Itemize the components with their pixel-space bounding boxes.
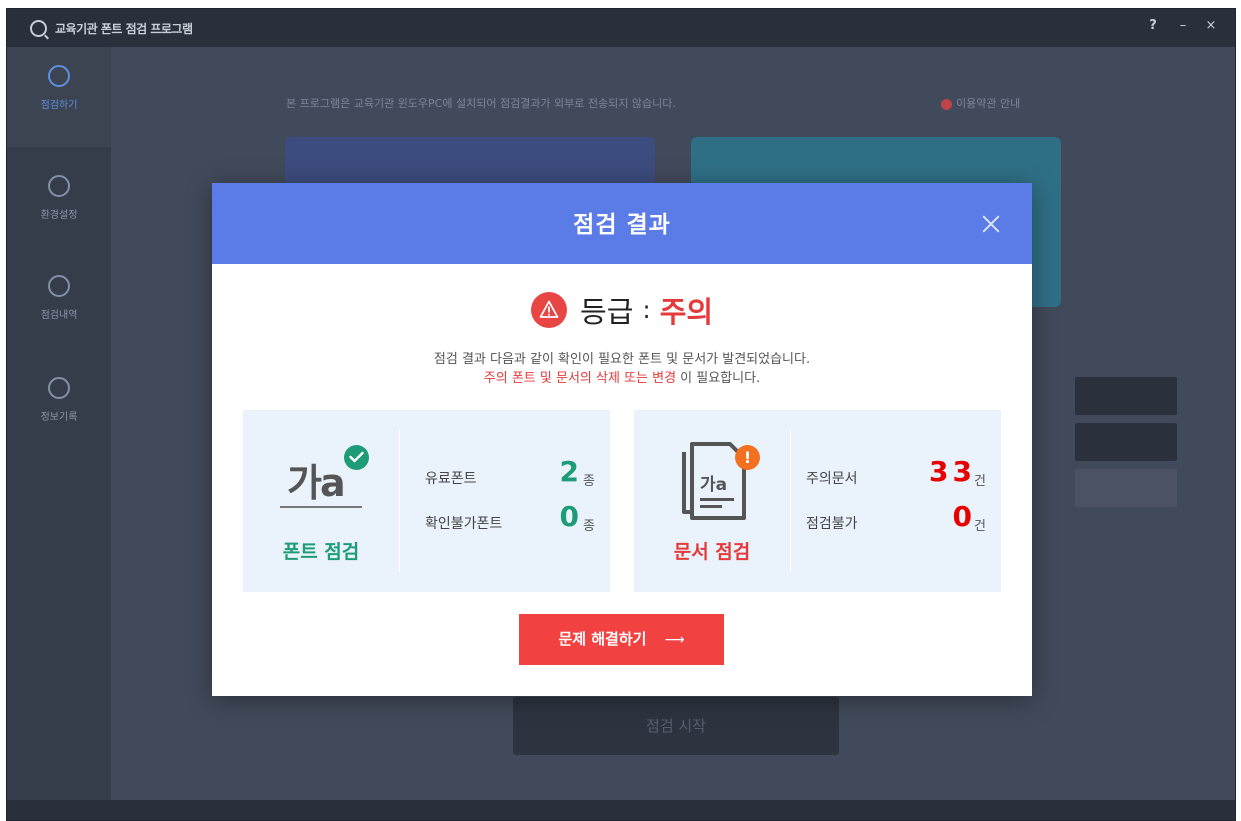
arrow-right-icon: ⟶ — [664, 632, 685, 648]
terms-link-label: 이용약관 안내 — [956, 97, 1021, 110]
alert-badge-icon: ! — [735, 445, 760, 470]
unverified-font-count: 0 — [559, 500, 579, 533]
svg-text:가a: 가a — [700, 475, 727, 495]
grade-label: 등급 — [580, 295, 634, 329]
panel-divider — [790, 430, 791, 572]
caution-doc-count: 33 — [929, 455, 976, 488]
app-logo-icon — [30, 20, 47, 37]
caution-doc-unit: 건 — [974, 474, 986, 489]
sidebar: 점검하기 환경설정 점검내역 정보기록 — [7, 47, 111, 800]
resolve-problem-button[interactable]: 문제 해결하기 ⟶ — [519, 614, 724, 665]
paid-font-count: 2 — [559, 455, 579, 488]
dialog-header: 점검 결과 — [212, 183, 1032, 264]
font-check-title: 폰트 점검 — [282, 541, 360, 563]
font-icon: 가a — [287, 461, 346, 505]
caution-doc-label: 주의문서 — [806, 471, 858, 487]
start-check-button[interactable]: 점검 시작 — [513, 697, 839, 755]
sidebar-item-label: 점검내역 — [40, 310, 78, 321]
info-dot-icon — [941, 98, 952, 110]
paid-font-unit: 종 — [583, 474, 595, 489]
unverified-font-unit: 종 — [583, 519, 595, 534]
status-bar — [7, 800, 1235, 820]
sidebar-item-label: 점검하기 — [40, 100, 78, 111]
sidebar-item-check[interactable]: 점검하기 — [7, 47, 111, 147]
unverified-font-label: 확인불가폰트 — [425, 516, 503, 532]
doc-check-panel: 가a ! 문서 점검 주의문서 33 건 점검불가 0 건 — [634, 410, 1001, 592]
action-highlight: 주의 폰트 및 문서의 삭제 또는 변경 — [483, 371, 677, 386]
terms-link[interactable]: 이용약관 안내 — [941, 95, 1020, 111]
privacy-notice: 본 프로그램은 교육기관 윈도우PC에 설치되어 점검결과가 외부로 전송되지 … — [286, 97, 676, 110]
uncheckable-doc-count: 0 — [952, 500, 976, 533]
uncheckable-doc-unit: 건 — [974, 519, 986, 534]
folder-select-button[interactable] — [1075, 377, 1177, 415]
grade-value: 주의 — [659, 295, 714, 329]
font-icon-underline — [280, 506, 362, 508]
doc-check-title: 문서 점검 — [673, 541, 751, 563]
search-icon — [48, 65, 70, 87]
minimize-button[interactable]: – — [1173, 18, 1193, 33]
file-select-button[interactable] — [1075, 423, 1177, 461]
sidebar-item-info[interactable]: 정보기록 — [7, 359, 111, 459]
eye-icon — [48, 275, 70, 297]
sidebar-item-settings[interactable]: 환경설정 — [7, 157, 111, 257]
sidebar-item-history[interactable]: 점검내역 — [7, 257, 111, 357]
check-icon — [344, 445, 369, 470]
chat-icon — [48, 377, 70, 399]
close-icon[interactable] — [978, 211, 1004, 237]
sidebar-item-label: 정보기록 — [40, 412, 78, 423]
result-dialog: 점검 결과 등급 : 주의 점검 결과 다음과 같이 확인이 필요한 폰트 및 … — [212, 183, 1032, 696]
action-note-suffix: 이 필요합니다. — [676, 371, 761, 386]
resolve-button-label: 문제 해결하기 — [558, 630, 647, 648]
app-title: 교육기관 폰트 점검 프로그램 — [55, 22, 193, 36]
grade-separator: : — [642, 296, 651, 324]
warning-icon — [530, 292, 567, 328]
gear-icon — [48, 175, 70, 197]
panel-divider — [399, 430, 400, 572]
dialog-title: 점검 결과 — [573, 212, 671, 238]
reset-button[interactable] — [1075, 469, 1177, 507]
paid-font-label: 유료폰트 — [425, 471, 477, 487]
title-bar: 교육기관 폰트 점검 프로그램 ? – × — [7, 9, 1235, 47]
grade-row: 등급 : 주의 — [212, 289, 1032, 329]
help-button[interactable]: ? — [1143, 18, 1163, 33]
result-action-note: 주의 폰트 및 문서의 삭제 또는 변경 이 필요합니다. — [212, 367, 1032, 386]
uncheckable-doc-label: 점검불가 — [806, 516, 858, 532]
window-close-button[interactable]: × — [1201, 18, 1221, 33]
result-description: 점검 결과 다음과 같이 확인이 필요한 폰트 및 문서가 발견되었습니다. — [433, 352, 811, 367]
font-check-panel: 가a 폰트 점검 유료폰트 2 종 확인불가폰트 0 종 — [243, 410, 610, 592]
sidebar-item-label: 환경설정 — [40, 210, 78, 221]
